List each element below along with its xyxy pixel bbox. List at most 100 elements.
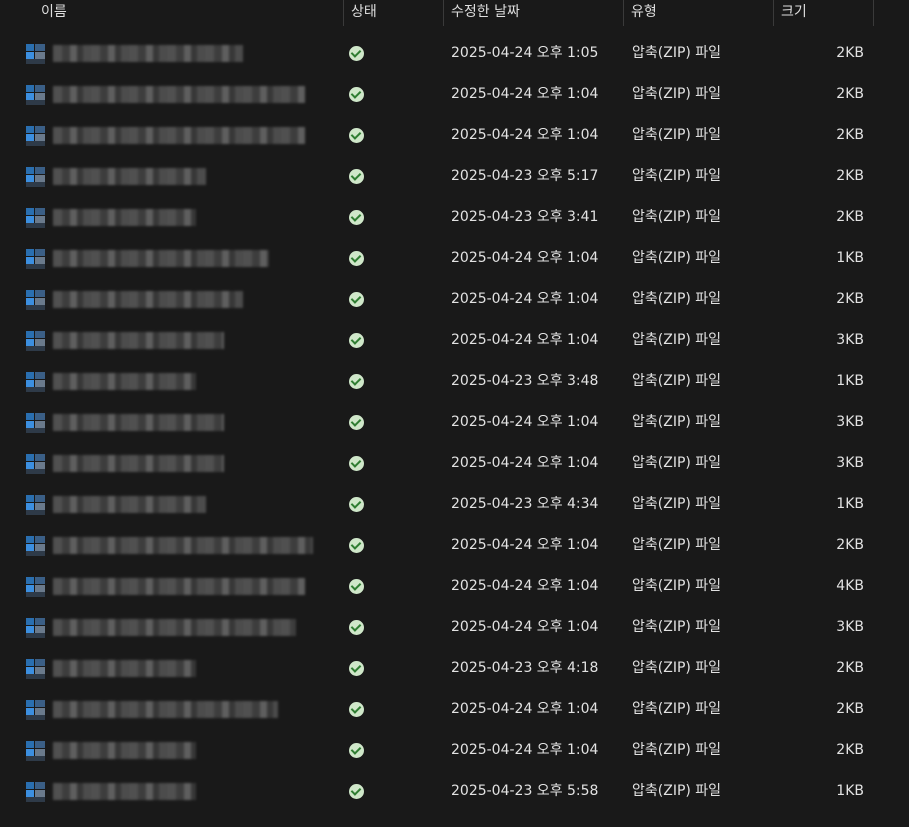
file-row[interactable]: 2025-04-24 오후 1:04 압축(ZIP) 파일 2KB (0, 279, 909, 320)
status-cell (349, 607, 369, 648)
file-type: 압축(ZIP) 파일 (632, 578, 722, 594)
file-icon-cell (26, 730, 46, 771)
file-name-redacted (53, 443, 323, 484)
file-name-redacted (53, 402, 323, 443)
file-icon-cell (26, 74, 46, 115)
zip-file-icon (26, 782, 45, 802)
file-icon-cell (26, 566, 46, 607)
file-size: 2KB (836, 168, 864, 184)
column-header-bar: 이름 상태 수정한 날짜 유형 크기 (0, 0, 909, 26)
file-size: 3KB (836, 619, 864, 635)
file-row[interactable]: 2025-04-24 오후 1:04 압축(ZIP) 파일 3KB (0, 402, 909, 443)
file-date-modified: 2025-04-23 오후 4:34 (451, 496, 599, 512)
column-header-name[interactable]: 이름 (33, 0, 343, 26)
column-header-status[interactable]: 상태 (343, 0, 443, 26)
synced-check-icon (349, 456, 364, 471)
file-row[interactable]: 2025-04-24 오후 1:04 압축(ZIP) 파일 2KB (0, 74, 909, 115)
file-list: 2025-04-24 오후 1:05 압축(ZIP) 파일 2KB 2025-0… (0, 33, 909, 812)
synced-check-icon (349, 702, 364, 717)
status-cell (349, 730, 369, 771)
zip-file-icon (26, 372, 45, 392)
file-row[interactable]: 2025-04-24 오후 1:04 압축(ZIP) 파일 3KB (0, 607, 909, 648)
file-type: 압축(ZIP) 파일 (632, 496, 722, 512)
file-size: 1KB (836, 496, 864, 512)
file-row[interactable]: 2025-04-23 오후 4:18 압축(ZIP) 파일 2KB (0, 648, 909, 689)
file-row[interactable]: 2025-04-24 오후 1:04 압축(ZIP) 파일 2KB (0, 689, 909, 730)
status-cell (349, 320, 369, 361)
file-name-redacted (53, 238, 323, 279)
zip-file-icon (26, 167, 45, 187)
file-row[interactable]: 2025-04-24 오후 1:04 압축(ZIP) 파일 1KB (0, 238, 909, 279)
file-icon-cell (26, 607, 46, 648)
file-date-modified: 2025-04-24 오후 1:04 (451, 537, 599, 553)
file-icon-cell (26, 197, 46, 238)
status-cell (349, 33, 369, 74)
synced-check-icon (349, 579, 364, 594)
file-type: 압축(ZIP) 파일 (632, 660, 722, 676)
file-date-modified: 2025-04-24 오후 1:04 (451, 414, 599, 430)
file-date-modified: 2025-04-23 오후 3:48 (451, 373, 599, 389)
column-header-type[interactable]: 유형 (623, 0, 773, 26)
zip-file-icon (26, 495, 45, 515)
synced-check-icon (349, 251, 364, 266)
synced-check-icon (349, 128, 364, 143)
status-cell (349, 689, 369, 730)
file-row[interactable]: 2025-04-23 오후 5:17 압축(ZIP) 파일 2KB (0, 156, 909, 197)
synced-check-icon (349, 497, 364, 512)
zip-file-icon (26, 741, 45, 761)
column-divider[interactable] (873, 0, 874, 26)
zip-file-icon (26, 536, 45, 556)
synced-check-icon (349, 415, 364, 430)
file-name-redacted (53, 730, 323, 771)
file-date-modified: 2025-04-24 오후 1:04 (451, 578, 599, 594)
file-row[interactable]: 2025-04-23 오후 3:48 압축(ZIP) 파일 1KB (0, 361, 909, 402)
file-size: 3KB (836, 332, 864, 348)
file-row[interactable]: 2025-04-24 오후 1:04 압축(ZIP) 파일 3KB (0, 320, 909, 361)
file-row[interactable]: 2025-04-23 오후 4:34 압축(ZIP) 파일 1KB (0, 484, 909, 525)
file-name-redacted (53, 115, 323, 156)
file-date-modified: 2025-04-24 오후 1:04 (451, 250, 599, 266)
file-row[interactable]: 2025-04-23 오후 5:58 압축(ZIP) 파일 1KB (0, 771, 909, 812)
status-cell (349, 115, 369, 156)
file-name-redacted (53, 607, 323, 648)
file-date-modified: 2025-04-24 오후 1:04 (451, 701, 599, 717)
column-header-size[interactable]: 크기 (773, 0, 873, 26)
file-date-modified: 2025-04-23 오후 5:58 (451, 783, 599, 799)
file-row[interactable]: 2025-04-24 오후 1:04 압축(ZIP) 파일 2KB (0, 115, 909, 156)
file-type: 압축(ZIP) 파일 (632, 127, 722, 143)
file-type: 압축(ZIP) 파일 (632, 619, 722, 635)
file-date-modified: 2025-04-24 오후 1:04 (451, 619, 599, 635)
file-row[interactable]: 2025-04-24 오후 1:04 압축(ZIP) 파일 4KB (0, 566, 909, 607)
file-row[interactable]: 2025-04-24 오후 1:04 압축(ZIP) 파일 2KB (0, 525, 909, 566)
status-cell (349, 648, 369, 689)
synced-check-icon (349, 210, 364, 225)
column-header-date-modified[interactable]: 수정한 날짜 (443, 0, 623, 26)
file-icon-cell (26, 156, 46, 197)
file-type: 압축(ZIP) 파일 (632, 45, 722, 61)
file-type: 압축(ZIP) 파일 (632, 86, 722, 102)
status-cell (349, 402, 369, 443)
file-type: 압축(ZIP) 파일 (632, 209, 722, 225)
status-cell (349, 238, 369, 279)
file-row[interactable]: 2025-04-24 오후 1:04 압축(ZIP) 파일 2KB (0, 730, 909, 771)
file-icon-cell (26, 361, 46, 402)
zip-file-icon (26, 618, 45, 638)
synced-check-icon (349, 169, 364, 184)
file-name-redacted (53, 484, 323, 525)
file-row[interactable]: 2025-04-24 오후 1:04 압축(ZIP) 파일 3KB (0, 443, 909, 484)
file-size: 2KB (836, 45, 864, 61)
file-date-modified: 2025-04-24 오후 1:04 (451, 86, 599, 102)
synced-check-icon (349, 661, 364, 676)
file-size: 1KB (836, 373, 864, 389)
file-size: 2KB (836, 209, 864, 225)
synced-check-icon (349, 333, 364, 348)
file-type: 압축(ZIP) 파일 (632, 537, 722, 553)
file-type: 압축(ZIP) 파일 (632, 291, 722, 307)
file-row[interactable]: 2025-04-24 오후 1:05 압축(ZIP) 파일 2KB (0, 33, 909, 74)
status-cell (349, 361, 369, 402)
status-cell (349, 443, 369, 484)
zip-file-icon (26, 85, 45, 105)
file-icon-cell (26, 402, 46, 443)
file-icon-cell (26, 320, 46, 361)
file-row[interactable]: 2025-04-23 오후 3:41 압축(ZIP) 파일 2KB (0, 197, 909, 238)
